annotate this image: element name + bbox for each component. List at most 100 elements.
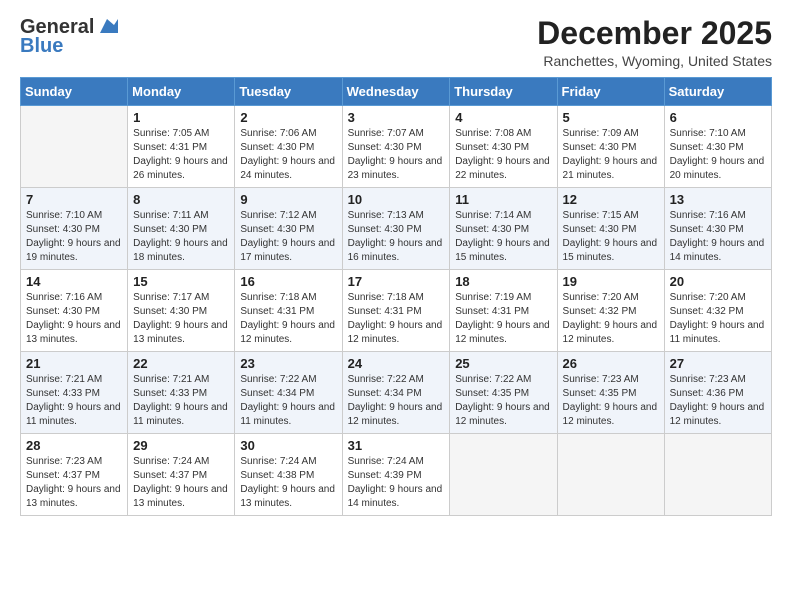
calendar-cell: 19 Sunrise: 7:20 AMSunset: 4:32 PMDayligh… xyxy=(557,270,664,352)
calendar-week-row: 1 Sunrise: 7:05 AMSunset: 4:31 PMDaylight… xyxy=(21,106,772,188)
calendar-cell: 20 Sunrise: 7:20 AMSunset: 4:32 PMDayligh… xyxy=(664,270,771,352)
calendar-cell: 26 Sunrise: 7:23 AMSunset: 4:35 PMDayligh… xyxy=(557,352,664,434)
day-number: 20 xyxy=(670,274,766,289)
calendar-cell: 10Sunrise: 7:13 AMSunset: 4:30 PMDayligh… xyxy=(342,188,450,270)
day-number: 2 xyxy=(240,110,336,125)
calendar-cell: 22Sunrise: 7:21 AMSunset: 4:33 PMDayligh… xyxy=(128,352,235,434)
calendar-cell: 25Sunrise: 7:22 AMSunset: 4:35 PMDayligh… xyxy=(450,352,557,434)
calendar-week-row: 7 Sunrise: 7:10 AMSunset: 4:30 PMDaylight… xyxy=(21,188,772,270)
calendar-header-row: SundayMondayTuesdayWednesdayThursdayFrid… xyxy=(21,78,772,106)
calendar-cell: 5 Sunrise: 7:09 AMSunset: 4:30 PMDaylight… xyxy=(557,106,664,188)
day-info: Sunrise: 7:06 AMSunset: 4:30 PMDaylight:… xyxy=(240,127,336,183)
subtitle: Ranchettes, Wyoming, United States xyxy=(537,53,772,69)
day-info: Sunrise: 7:22 AMSunset: 4:34 PMDaylight:… xyxy=(348,373,445,429)
calendar-cell: 9 Sunrise: 7:12 AMSunset: 4:30 PMDaylight… xyxy=(235,188,342,270)
calendar-cell xyxy=(664,434,771,516)
calendar-cell: 18 Sunrise: 7:19 AMSunset: 4:31 PMDayligh… xyxy=(450,270,557,352)
day-number: 17 xyxy=(348,274,445,289)
day-info: Sunrise: 7:12 AMSunset: 4:30 PMDaylight:… xyxy=(240,209,336,265)
calendar-header-thursday: Thursday xyxy=(450,78,557,106)
day-info: Sunrise: 7:22 AMSunset: 4:34 PMDaylight:… xyxy=(240,373,336,429)
day-info: Sunrise: 7:23 AMSunset: 4:35 PMDaylight:… xyxy=(563,373,659,429)
calendar-cell: 30 Sunrise: 7:24 AMSunset: 4:38 PMDayligh… xyxy=(235,434,342,516)
day-info: Sunrise: 7:07 AMSunset: 4:30 PMDaylight:… xyxy=(348,127,445,183)
day-number: 1 xyxy=(133,110,229,125)
day-info: Sunrise: 7:17 AMSunset: 4:30 PMDaylight:… xyxy=(133,291,229,347)
calendar-cell: 27 Sunrise: 7:23 AMSunset: 4:36 PMDayligh… xyxy=(664,352,771,434)
day-number: 19 xyxy=(563,274,659,289)
day-number: 30 xyxy=(240,438,336,453)
calendar-cell xyxy=(21,106,128,188)
day-number: 27 xyxy=(670,356,766,371)
calendar-cell: 1 Sunrise: 7:05 AMSunset: 4:31 PMDaylight… xyxy=(128,106,235,188)
day-info: Sunrise: 7:20 AMSunset: 4:32 PMDaylight:… xyxy=(670,291,766,347)
day-number: 16 xyxy=(240,274,336,289)
day-number: 6 xyxy=(670,110,766,125)
calendar-cell: 29 Sunrise: 7:24 AMSunset: 4:37 PMDayligh… xyxy=(128,434,235,516)
calendar-cell: 7 Sunrise: 7:10 AMSunset: 4:30 PMDaylight… xyxy=(21,188,128,270)
day-info: Sunrise: 7:18 AMSunset: 4:31 PMDaylight:… xyxy=(348,291,445,347)
day-info: Sunrise: 7:24 AMSunset: 4:37 PMDaylight:… xyxy=(133,455,229,511)
day-number: 11 xyxy=(455,192,551,207)
calendar-cell: 3Sunrise: 7:07 AMSunset: 4:30 PMDaylight… xyxy=(342,106,450,188)
day-number: 4 xyxy=(455,110,551,125)
calendar-cell: 12 Sunrise: 7:15 AMSunset: 4:30 PMDayligh… xyxy=(557,188,664,270)
day-number: 12 xyxy=(563,192,659,207)
day-number: 24 xyxy=(348,356,445,371)
calendar-header-saturday: Saturday xyxy=(664,78,771,106)
logo-blue: Blue xyxy=(20,35,63,58)
day-info: Sunrise: 7:23 AMSunset: 4:36 PMDaylight:… xyxy=(670,373,766,429)
day-info: Sunrise: 7:05 AMSunset: 4:31 PMDaylight:… xyxy=(133,127,229,183)
day-number: 10 xyxy=(348,192,445,207)
page: General Blue December 2025 Ranchettes, W… xyxy=(0,0,792,612)
calendar-cell: 23Sunrise: 7:22 AMSunset: 4:34 PMDayligh… xyxy=(235,352,342,434)
day-info: Sunrise: 7:22 AMSunset: 4:35 PMDaylight:… xyxy=(455,373,551,429)
calendar-cell: 11Sunrise: 7:14 AMSunset: 4:30 PMDayligh… xyxy=(450,188,557,270)
day-info: Sunrise: 7:21 AMSunset: 4:33 PMDaylight:… xyxy=(133,373,229,429)
calendar-header-friday: Friday xyxy=(557,78,664,106)
day-info: Sunrise: 7:20 AMSunset: 4:32 PMDaylight:… xyxy=(563,291,659,347)
calendar-cell: 16 Sunrise: 7:18 AMSunset: 4:31 PMDayligh… xyxy=(235,270,342,352)
logo: General Blue xyxy=(20,16,118,58)
calendar-header-tuesday: Tuesday xyxy=(235,78,342,106)
calendar-header-sunday: Sunday xyxy=(21,78,128,106)
day-info: Sunrise: 7:16 AMSunset: 4:30 PMDaylight:… xyxy=(26,291,122,347)
day-info: Sunrise: 7:19 AMSunset: 4:31 PMDaylight:… xyxy=(455,291,551,347)
calendar-header-wednesday: Wednesday xyxy=(342,78,450,106)
calendar-cell: 31Sunrise: 7:24 AMSunset: 4:39 PMDayligh… xyxy=(342,434,450,516)
title-block: December 2025 Ranchettes, Wyoming, Unite… xyxy=(537,16,772,69)
day-number: 15 xyxy=(133,274,229,289)
calendar-cell: 8Sunrise: 7:11 AMSunset: 4:30 PMDaylight… xyxy=(128,188,235,270)
day-info: Sunrise: 7:10 AMSunset: 4:30 PMDaylight:… xyxy=(26,209,122,265)
calendar-cell: 14 Sunrise: 7:16 AMSunset: 4:30 PMDayligh… xyxy=(21,270,128,352)
day-info: Sunrise: 7:09 AMSunset: 4:30 PMDaylight:… xyxy=(563,127,659,183)
day-info: Sunrise: 7:24 AMSunset: 4:38 PMDaylight:… xyxy=(240,455,336,511)
day-number: 14 xyxy=(26,274,122,289)
day-number: 18 xyxy=(455,274,551,289)
day-number: 21 xyxy=(26,356,122,371)
day-number: 7 xyxy=(26,192,122,207)
day-number: 9 xyxy=(240,192,336,207)
calendar-cell: 28 Sunrise: 7:23 AMSunset: 4:37 PMDayligh… xyxy=(21,434,128,516)
day-info: Sunrise: 7:15 AMSunset: 4:30 PMDaylight:… xyxy=(563,209,659,265)
calendar-cell: 24 Sunrise: 7:22 AMSunset: 4:34 PMDayligh… xyxy=(342,352,450,434)
day-number: 28 xyxy=(26,438,122,453)
day-number: 26 xyxy=(563,356,659,371)
day-number: 5 xyxy=(563,110,659,125)
calendar-cell: 15 Sunrise: 7:17 AMSunset: 4:30 PMDayligh… xyxy=(128,270,235,352)
day-info: Sunrise: 7:10 AMSunset: 4:30 PMDaylight:… xyxy=(670,127,766,183)
calendar-week-row: 21 Sunrise: 7:21 AMSunset: 4:33 PMDayligh… xyxy=(21,352,772,434)
calendar-cell: 13 Sunrise: 7:16 AMSunset: 4:30 PMDayligh… xyxy=(664,188,771,270)
day-info: Sunrise: 7:23 AMSunset: 4:37 PMDaylight:… xyxy=(26,455,122,511)
day-info: Sunrise: 7:18 AMSunset: 4:31 PMDaylight:… xyxy=(240,291,336,347)
day-number: 31 xyxy=(348,438,445,453)
day-number: 13 xyxy=(670,192,766,207)
header: General Blue December 2025 Ranchettes, W… xyxy=(20,16,772,69)
day-info: Sunrise: 7:16 AMSunset: 4:30 PMDaylight:… xyxy=(670,209,766,265)
day-number: 29 xyxy=(133,438,229,453)
calendar-cell xyxy=(557,434,664,516)
calendar-cell xyxy=(450,434,557,516)
page-title: December 2025 xyxy=(537,16,772,51)
calendar-cell: 2 Sunrise: 7:06 AMSunset: 4:30 PMDaylight… xyxy=(235,106,342,188)
calendar-header-monday: Monday xyxy=(128,78,235,106)
